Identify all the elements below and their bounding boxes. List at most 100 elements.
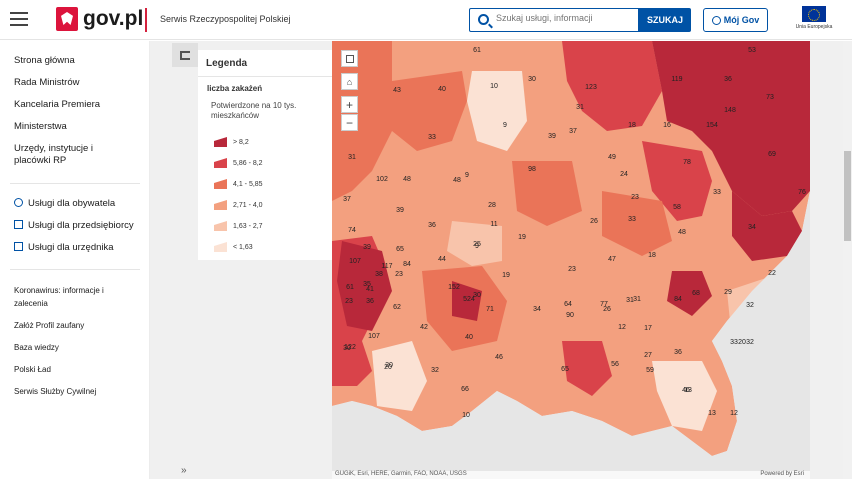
county-label: 64: [564, 301, 572, 308]
county-label: 37: [343, 196, 351, 203]
county-label: 16: [663, 122, 671, 129]
sidebar-link-trusted-profile[interactable]: Załóż Profil zaufany: [14, 320, 84, 332]
county-label: 71: [486, 306, 494, 313]
sidebar-item-citizen-services[interactable]: Usługi dla obywatela: [14, 198, 115, 210]
county-label: 12: [618, 324, 626, 331]
county-label: 152: [448, 284, 460, 291]
legend-title: Legenda: [206, 58, 248, 69]
page-scrollbar[interactable]: [843, 41, 852, 479]
county-label: 48: [678, 229, 686, 236]
county-label: 123: [585, 84, 597, 91]
county-label: 74: [348, 227, 356, 234]
sidebar-link-coronavirus[interactable]: Koronawirus: informacje i zalecenia: [14, 284, 114, 310]
legend-class: > 8,2: [214, 137, 249, 147]
county-label: 48: [403, 176, 411, 183]
sidebar-item-official-services[interactable]: Usługi dla urzędnika: [14, 242, 114, 254]
sidebar-link-knowledge-base[interactable]: Baza wiedzy: [14, 342, 59, 354]
county-label: 23: [395, 271, 403, 278]
county-label: 23: [345, 298, 353, 305]
county-label: 56: [611, 361, 619, 368]
county-label: 22: [768, 270, 776, 277]
search-form: SZUKAJ: [469, 8, 691, 32]
county-label: 65: [561, 366, 569, 373]
county-label: 23: [568, 266, 576, 273]
sidebar-item-label: Usługi dla urzędnika: [28, 242, 114, 253]
expand-sidebar-icon[interactable]: »: [181, 465, 187, 476]
county-label: 39: [396, 207, 404, 214]
zoom-in-button[interactable]: +: [341, 96, 358, 113]
fullscreen-button[interactable]: [341, 50, 358, 67]
home-button[interactable]: ⌂: [341, 73, 358, 90]
county-label: 122: [344, 344, 356, 351]
county-label: 90: [566, 312, 574, 319]
sidebar-item-council[interactable]: Rada Ministrów: [14, 77, 79, 89]
sidebar: Strona główna Rada Ministrów Kancelaria …: [0, 41, 150, 479]
choropleth-map[interactable]: 6153363012311940107314831154939371816626…: [332, 41, 810, 479]
county-label: 36: [674, 349, 682, 356]
county-label: 31: [348, 154, 356, 161]
attribution-text: GUGiK, Esri, HERE, Garmin, FAO, NOAA, US…: [335, 471, 467, 477]
account-button-label: Mój Gov: [723, 15, 760, 25]
county-label: 69: [768, 151, 776, 158]
legend-class-label: 4,1 - 5,85: [233, 180, 263, 188]
sidebar-link-civil-service[interactable]: Serwis Służby Cywilnej: [14, 386, 96, 398]
county-label: 23: [631, 194, 639, 201]
sidebar-item-offices[interactable]: Urzędy, instytucje i placówki RP: [14, 143, 114, 167]
county-label: 66: [461, 386, 469, 393]
sidebar-item-business-services[interactable]: Usługi dla przedsiębiorcy: [14, 220, 134, 232]
search-box[interactable]: [469, 8, 639, 32]
sidebar-item-home[interactable]: Strona główna: [14, 55, 75, 67]
search-button[interactable]: SZUKAJ: [639, 8, 691, 32]
county-label: 33: [428, 134, 436, 141]
county-label: 12: [730, 410, 738, 417]
top-bar: gov.pl Serwis Rzeczypospolitej Polskiej …: [0, 0, 852, 40]
menu-icon[interactable]: [10, 12, 28, 26]
scrollbar-thumb[interactable]: [844, 151, 851, 241]
search-input[interactable]: [496, 13, 636, 23]
county-label: 28: [488, 202, 496, 209]
county-label: 38: [375, 271, 383, 278]
legend-divider: [198, 76, 332, 77]
county-label: 24: [620, 171, 628, 178]
sidebar-item-label: Usługi dla przedsiębiorcy: [28, 220, 134, 231]
county-label: 102: [376, 176, 388, 183]
eagle-emblem-icon: [56, 7, 78, 31]
govpl-logo[interactable]: gov.pl: [56, 7, 143, 31]
county-label: 33: [713, 189, 721, 196]
map-canvas[interactable]: 6153363012311940107314831154939371816626…: [332, 41, 810, 479]
legend-toggle-button[interactable]: [172, 43, 198, 67]
eu-label: Unia Europejska: [795, 24, 833, 30]
legend-swatch: [214, 179, 227, 189]
county-label: 32: [746, 302, 754, 309]
county-label: 107: [349, 258, 361, 265]
county-label: 9: [475, 243, 479, 250]
county-label: 32: [431, 367, 439, 374]
legend-class-label: 1,63 - 2,7: [233, 222, 263, 230]
county-label: 20: [738, 339, 746, 346]
legend-class: 4,1 - 5,85: [214, 179, 263, 189]
county-label: 148: [724, 107, 736, 114]
county-label: 68: [692, 290, 700, 297]
sidebar-link-polski-lad[interactable]: Polski Ład: [14, 364, 51, 376]
county-label: 107: [368, 333, 380, 340]
county-label: 39: [548, 133, 556, 140]
county-label: 26: [590, 218, 598, 225]
county-label: 9: [503, 122, 507, 129]
county-label: 17: [644, 325, 652, 332]
sidebar-item-ministries[interactable]: Ministerstwa: [14, 121, 67, 133]
county-label: 62: [393, 304, 401, 311]
header-divider: [145, 8, 147, 32]
zoom-out-button[interactable]: −: [341, 114, 358, 131]
map-app: Legenda liczba zakażeń Potwierdzone na 1…: [150, 41, 852, 479]
eu-logo: Unia Europejska: [790, 6, 838, 34]
powered-by[interactable]: Powered by Esri: [760, 471, 804, 477]
sidebar-item-chancellery[interactable]: Kancelaria Premiera: [14, 99, 100, 111]
county-label: 117: [381, 263, 392, 270]
county-label: 10: [462, 412, 470, 419]
county-label: 48: [453, 177, 461, 184]
county-label: 18: [628, 122, 636, 129]
county-label: 78: [683, 159, 691, 166]
account-button[interactable]: Mój Gov: [703, 8, 768, 32]
county-label: 42: [420, 324, 428, 331]
legend-class-label: < 1,63: [233, 243, 253, 251]
